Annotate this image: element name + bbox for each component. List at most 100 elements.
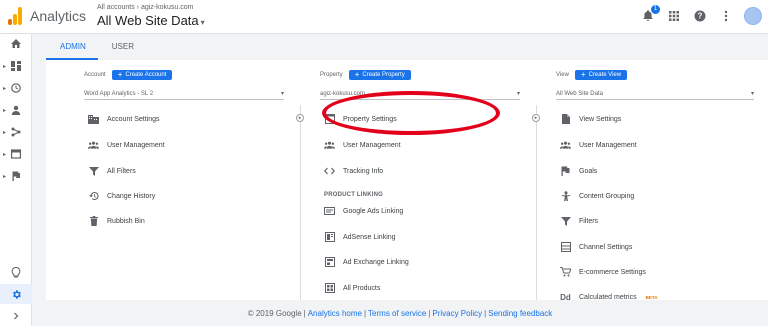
account-column: Account + Create Account Word App Analyti…: [84, 60, 290, 300]
tab-admin[interactable]: ADMIN: [46, 34, 98, 60]
view-title: All Web Site Data: [97, 13, 199, 28]
tab-user[interactable]: USER: [98, 34, 146, 60]
create-view-button[interactable]: + Create View: [574, 70, 628, 80]
dropdown-arrow-icon: ▾: [280, 91, 284, 97]
expand-circle-icon[interactable]: ▸: [532, 114, 540, 122]
goals-link[interactable]: Goals: [560, 164, 597, 178]
footer: © 2019 Google | Analytics home | Terms o…: [32, 300, 768, 326]
view-select[interactable]: All Web Site Data ▾: [556, 88, 754, 100]
users-icon: [324, 140, 335, 150]
account-avatar[interactable]: [744, 7, 762, 25]
chevron-down-icon: ▾: [200, 18, 205, 27]
account-settings-link[interactable]: Account Settings: [88, 112, 160, 126]
google-ads-linking-link[interactable]: Google Ads Linking: [324, 204, 403, 218]
view-select-value: All Web Site Data: [556, 90, 603, 97]
ecommerce-settings-label: E-commerce Settings: [579, 268, 646, 276]
plus-icon: +: [354, 70, 360, 79]
dropdown-arrow-icon: ▾: [750, 91, 754, 97]
footer-privacy-link[interactable]: Privacy Policy: [432, 309, 482, 318]
apps-grid-icon[interactable]: [666, 8, 682, 24]
footer-feedback-link[interactable]: Sending feedback: [488, 309, 552, 318]
ad-exchange-linking-link[interactable]: Ad Exchange Linking: [324, 255, 409, 269]
filter-icon: [560, 216, 571, 226]
top-bar: Analytics All accounts › agiz-kokusu.com…: [0, 0, 768, 34]
view-header: View + Create View: [556, 70, 628, 80]
account-settings-label: Account Settings: [107, 115, 160, 123]
flag-icon: [560, 166, 571, 176]
property-header: Property + Create Property: [320, 70, 411, 80]
create-view-label: Create View: [588, 72, 622, 78]
expand-arrow-icon: ▸: [3, 85, 7, 92]
acquisition-icon[interactable]: ▸: [0, 122, 32, 142]
ecommerce-settings-link[interactable]: E-commerce Settings: [560, 265, 646, 279]
footer-separator: |: [363, 308, 367, 318]
footer-separator: |: [484, 308, 487, 318]
create-account-label: Create Account: [125, 72, 167, 78]
account-user-management-label: User Management: [107, 141, 165, 149]
admin-gear-icon[interactable]: [0, 284, 32, 304]
view-filters-link[interactable]: Filters: [560, 214, 598, 228]
create-property-button[interactable]: + Create Property: [348, 70, 411, 80]
property-user-management-link[interactable]: User Management: [324, 138, 401, 152]
grouping-icon: [560, 191, 571, 201]
account-select[interactable]: Word App Analytics - SL 2 ▾: [84, 88, 284, 100]
behavior-icon[interactable]: ▸: [0, 144, 32, 164]
content-grouping-label: Content Grouping: [579, 192, 635, 200]
ad-exchange-linking-label: Ad Exchange Linking: [343, 258, 409, 266]
customization-icon[interactable]: ▸: [0, 56, 32, 76]
account-user-management-link[interactable]: User Management: [88, 138, 165, 152]
content-grouping-link[interactable]: Content Grouping: [560, 189, 634, 203]
expand-arrow-icon: ▸: [3, 107, 7, 114]
view-settings-link[interactable]: View Settings: [560, 112, 621, 126]
notifications-icon[interactable]: 1: [640, 5, 660, 24]
view-user-management-link[interactable]: User Management: [560, 138, 637, 152]
all-products-link[interactable]: All Products: [324, 281, 380, 295]
conversions-flag-icon[interactable]: ▸: [0, 166, 32, 186]
footer-analytics-home-link[interactable]: Analytics home: [308, 309, 362, 318]
top-icons: 1 ?: [640, 5, 762, 25]
rubbish-bin-label: Rubbish Bin: [107, 217, 145, 225]
rubbish-bin-link[interactable]: Rubbish Bin: [88, 214, 145, 228]
expand-circle-icon[interactable]: ▸: [296, 114, 304, 122]
plus-icon: +: [117, 70, 123, 79]
svg-text:?: ?: [698, 12, 703, 21]
dropdown-arrow-icon: ▾: [516, 91, 520, 97]
home-icon[interactable]: [0, 34, 32, 54]
admin-tabs: ADMIN USER: [46, 34, 146, 60]
footer-terms-link[interactable]: Terms of service: [368, 309, 426, 318]
change-history-label: Change History: [107, 192, 156, 200]
all-filters-link[interactable]: All Filters: [88, 164, 136, 178]
app-title[interactable]: Analytics: [30, 8, 86, 24]
create-account-button[interactable]: + Create Account: [111, 70, 173, 80]
analytics-logo-icon[interactable]: [8, 7, 22, 25]
create-property-label: Create Property: [362, 72, 405, 78]
expand-arrow-icon: ▸: [3, 63, 7, 70]
main-content: ADMIN USER Account + Create Account Word …: [32, 34, 768, 326]
channel-settings-link[interactable]: Channel Settings: [560, 240, 632, 254]
channel-settings-label: Channel Settings: [579, 243, 633, 251]
view-user-management-label: User Management: [579, 141, 637, 149]
goals-label: Goals: [579, 167, 598, 175]
adsense-linking-link[interactable]: AdSense Linking: [324, 230, 396, 244]
channel-icon: [560, 242, 571, 252]
ads-icon: [324, 206, 335, 216]
view-selector[interactable]: All Web Site Data ▾: [97, 13, 205, 28]
building-icon: [88, 114, 99, 124]
more-vert-icon[interactable]: [718, 8, 734, 24]
change-history-link[interactable]: Change History: [88, 189, 155, 203]
collapse-chevron-icon[interactable]: [0, 306, 32, 326]
audience-person-icon[interactable]: ▸: [0, 100, 32, 120]
realtime-clock-icon[interactable]: ▸: [0, 78, 32, 98]
help-icon[interactable]: ?: [692, 8, 708, 24]
product-linking-heading: PRODUCT LINKING: [324, 192, 383, 198]
side-nav: ▸ ▸ ▸ ▸ ▸ ▸: [0, 34, 32, 326]
filter-icon: [88, 166, 99, 176]
discover-lightbulb-icon[interactable]: [0, 262, 32, 282]
adexchange-icon: [324, 257, 335, 267]
account-select-value: Word App Analytics - SL 2: [84, 90, 154, 97]
view-label: View: [556, 72, 569, 78]
red-annotation-circle: [322, 91, 500, 135]
footer-separator: |: [428, 308, 431, 318]
breadcrumb[interactable]: All accounts › agiz-kokusu.com: [97, 4, 193, 11]
tracking-info-link[interactable]: Tracking Info: [324, 164, 383, 178]
